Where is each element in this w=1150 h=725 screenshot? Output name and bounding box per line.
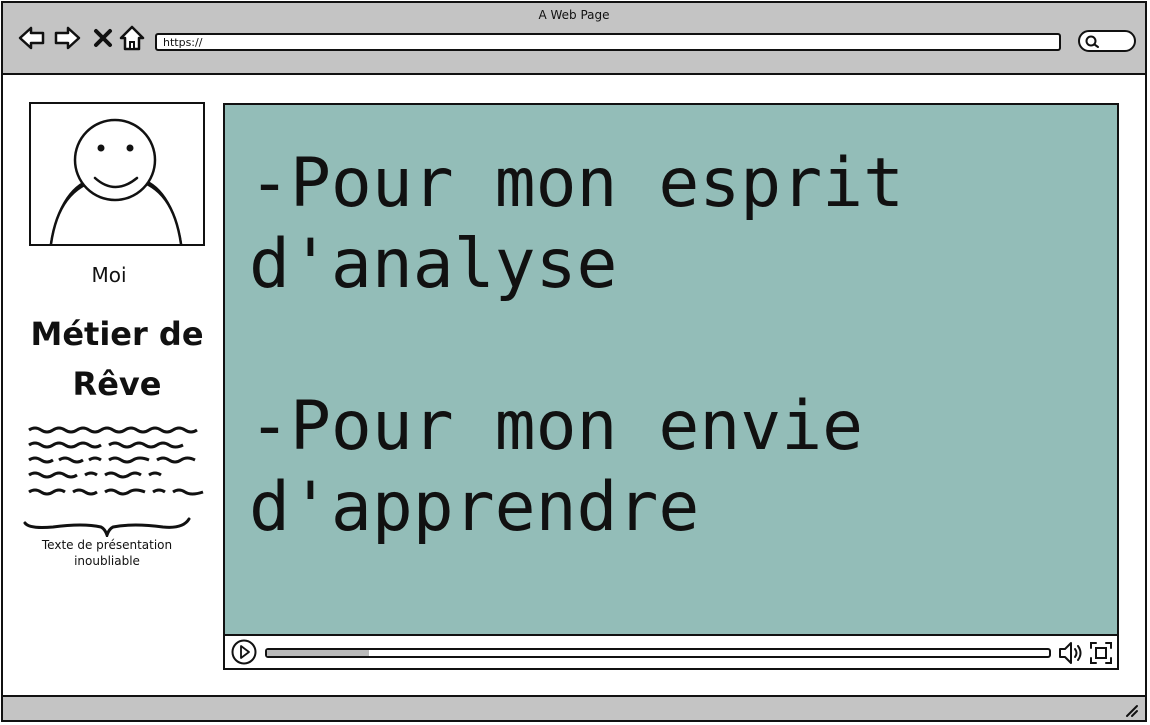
video-controls [225, 636, 1117, 668]
profile-name: Moi [91, 263, 127, 287]
video-text: -Pour mon esprit d'analyse -Pour mon env… [249, 144, 905, 547]
caption-line2: inoubliable [74, 554, 140, 568]
career-heading-line2: Rêve [72, 365, 162, 403]
video-progress-fill [267, 650, 369, 656]
caption-line1: Texte de présentation [41, 538, 173, 552]
fullscreen-icon[interactable] [1089, 640, 1113, 666]
search-field[interactable] [1078, 30, 1136, 52]
address-bar[interactable]: https:// [155, 33, 1061, 51]
resize-handle-icon[interactable] [1123, 702, 1139, 718]
presentation-caption: Texte de présentation inoubliable [25, 537, 189, 569]
back-icon[interactable] [17, 23, 47, 53]
close-icon[interactable] [89, 23, 119, 53]
url-text: https:// [163, 36, 203, 49]
browser-window: A Web Page https:// Moi Métier de Rêve T… [1, 1, 1147, 722]
video-screen[interactable]: -Pour mon esprit d'analyse -Pour mon env… [225, 105, 1117, 636]
forward-icon[interactable] [52, 23, 82, 53]
title-bar: A Web Page https:// [3, 3, 1145, 75]
curly-brace-divider [23, 517, 191, 537]
play-icon[interactable] [231, 639, 257, 665]
search-icon [1085, 35, 1099, 48]
status-bar [3, 695, 1145, 720]
person-avatar-icon [49, 118, 183, 245]
placeholder-text-scribble [28, 426, 204, 496]
video-progress-bar[interactable] [265, 648, 1051, 658]
career-heading-line1: Métier de [30, 315, 204, 353]
volume-icon[interactable] [1057, 640, 1085, 666]
career-heading: Métier de Rêve [17, 309, 217, 409]
video-player[interactable]: -Pour mon esprit d'analyse -Pour mon env… [223, 103, 1119, 670]
home-icon[interactable] [117, 23, 147, 53]
window-title: A Web Page [538, 8, 610, 22]
profile-photo [29, 102, 205, 246]
